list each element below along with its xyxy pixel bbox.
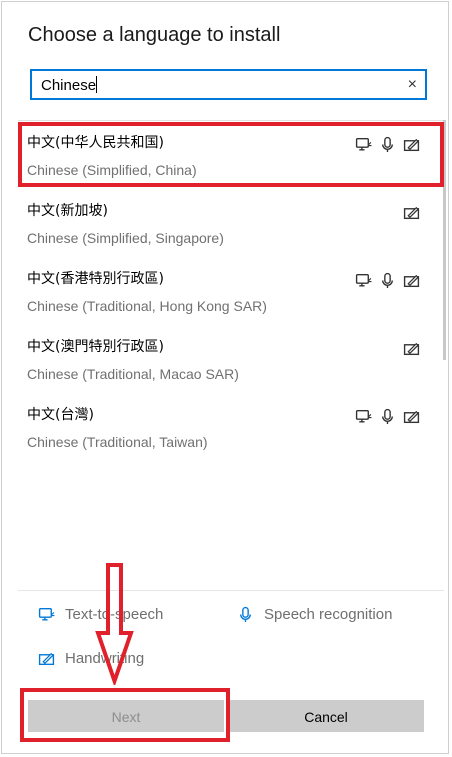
language-feature-icons [355, 408, 420, 425]
language-native-name: 中文(中华人民共和国) [27, 135, 164, 151]
language-feature-icons [355, 136, 420, 153]
text-to-speech-icon [355, 409, 372, 423]
text-to-speech-icon [355, 273, 372, 287]
clear-search-icon[interactable]: × [408, 75, 417, 95]
language-english-name: Chinese (Traditional, Taiwan) [27, 434, 208, 450]
scrollbar[interactable] [443, 120, 446, 360]
language-native-name: 中文(香港特別行政區) [27, 271, 164, 287]
language-english-name: Chinese (Simplified, China) [27, 162, 197, 178]
microphone-icon [382, 136, 393, 152]
language-list-item[interactable]: 中文(台灣) Chinese (Traditional, Taiwan) [18, 393, 428, 461]
language-english-name: Chinese (Traditional, Macao SAR) [27, 366, 239, 382]
language-feature-icons [403, 204, 420, 221]
language-list: 中文(中华人民共和国) Chinese (Simplified, China) 中文… [18, 120, 444, 591]
text-to-speech-icon [38, 607, 55, 621]
handwriting-icon [38, 652, 55, 666]
text-to-speech-icon [355, 137, 372, 151]
legend-text-to-speech: Text-to-speech [38, 606, 163, 623]
legend-speech-label: Speech recognition [264, 606, 393, 623]
microphone-icon [382, 408, 393, 424]
microphone-icon [240, 606, 251, 622]
language-native-name: 中文(澳門特別行政區) [27, 339, 164, 355]
next-button[interactable]: Next [28, 700, 224, 732]
divider [18, 590, 444, 591]
dialog-title: Choose a language to install [28, 24, 281, 46]
language-english-name: Chinese (Traditional, Hong Kong SAR) [27, 298, 267, 314]
language-list-item[interactable]: 中文(中华人民共和国) Chinese (Simplified, China) [18, 121, 428, 189]
language-english-name: Chinese (Simplified, Singapore) [27, 230, 224, 246]
microphone-icon [382, 272, 393, 288]
handwriting-icon [403, 138, 420, 152]
language-list-item[interactable]: 中文(新加坡) Chinese (Simplified, Singapore) [18, 189, 428, 257]
language-list-item[interactable]: 中文(澳門特別行政區) Chinese (Traditional, Macao S… [18, 325, 428, 393]
legend-handwriting-label: Handwriting [65, 650, 145, 667]
handwriting-icon [403, 342, 420, 356]
handwriting-icon [403, 274, 420, 288]
legend-handwriting: Handwriting [38, 650, 144, 667]
language-native-name: 中文(台灣) [27, 407, 94, 423]
handwriting-icon [403, 410, 420, 424]
search-value[interactable]: Chinese [41, 76, 98, 94]
handwriting-icon [403, 206, 420, 220]
legend-tts-label: Text-to-speech [65, 606, 164, 623]
cancel-button[interactable]: Cancel [228, 700, 424, 732]
language-feature-icons [355, 272, 420, 289]
language-native-name: 中文(新加坡) [27, 203, 108, 219]
language-list-item[interactable]: 中文(香港特別行政區) Chinese (Traditional, Hong Ko… [18, 257, 428, 325]
search-input[interactable]: Chinese × [30, 69, 427, 100]
language-feature-icons [403, 340, 420, 357]
legend-speech-recognition: Speech recognition [237, 606, 392, 623]
